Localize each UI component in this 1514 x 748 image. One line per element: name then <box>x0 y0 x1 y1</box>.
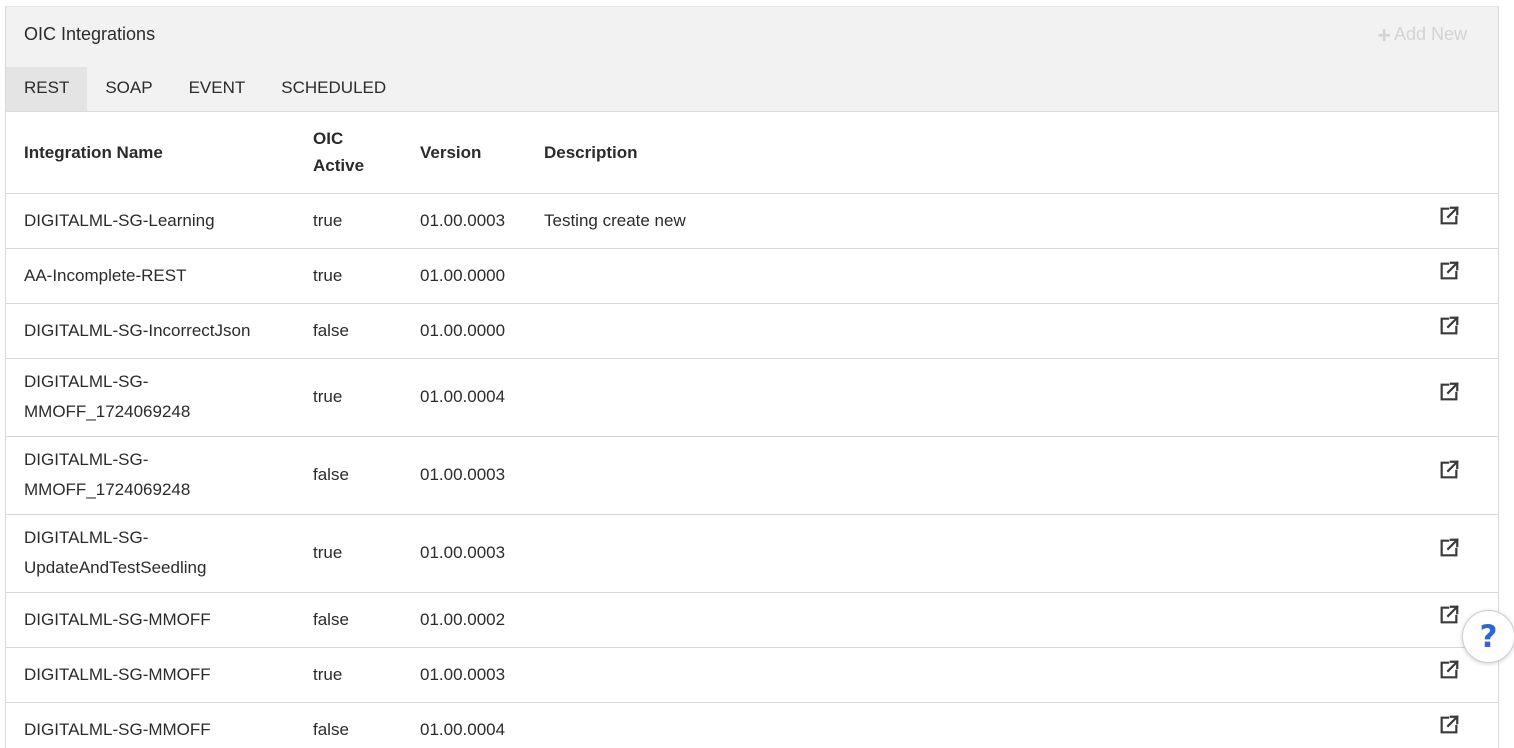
external-link-icon[interactable] <box>1438 604 1460 626</box>
oic-active-cell: true <box>313 514 420 593</box>
version-cell: 01.00.0000 <box>420 303 544 359</box>
action-cell <box>1428 514 1498 593</box>
integration-name-line1: DIGITALML-SG-Learning <box>24 210 215 230</box>
version-cell: 01.00.0003 <box>420 193 544 249</box>
integration-name-line1: DIGITALML-SG- <box>24 450 149 469</box>
table-row[interactable]: DIGITALML-SG- MMOFF_1724069248 true 01.0… <box>6 358 1498 437</box>
version-cell: 01.00.0000 <box>420 248 544 304</box>
integration-name-cell: AA-Incomplete-REST <box>6 248 313 304</box>
description-cell <box>544 702 1428 748</box>
external-link-icon[interactable] <box>1438 381 1460 403</box>
help-button[interactable]: ? <box>1462 610 1514 663</box>
oic-active-cell: true <box>313 248 420 304</box>
integration-name-cell: DIGITALML-SG-MMOFF <box>6 592 313 648</box>
external-link-icon[interactable] <box>1438 659 1460 681</box>
action-cell <box>1428 303 1498 359</box>
add-new-label: Add New <box>1393 24 1467 44</box>
integration-name-line1: AA-Incomplete-REST <box>24 265 187 285</box>
integration-name-line1: DIGITALML-SG- <box>24 528 149 547</box>
action-cell <box>1428 248 1498 304</box>
external-link-icon[interactable] <box>1438 537 1460 559</box>
action-cell <box>1428 702 1498 748</box>
action-cell <box>1428 436 1498 515</box>
integration-name-line1: DIGITALML-SG-IncorrectJson <box>24 320 251 340</box>
tab-scheduled[interactable]: SCHEDULED <box>263 67 404 111</box>
column-header-version[interactable]: Version <box>420 112 544 194</box>
integration-name-cell: DIGITALML-SG- UpdateAndTestSeedling <box>6 514 313 593</box>
table-row[interactable]: AA-Incomplete-REST true 01.00.0000 <box>6 248 1498 304</box>
description-cell <box>544 248 1428 304</box>
external-link-icon[interactable] <box>1438 315 1460 337</box>
table-row[interactable]: DIGITALML-SG-IncorrectJson false 01.00.0… <box>6 303 1498 359</box>
external-link-icon[interactable] <box>1438 459 1460 481</box>
table-header-row: Integration Name OIC Active Version Desc… <box>6 112 1498 194</box>
integration-name-cell: DIGITALML-SG-MMOFF <box>6 702 313 748</box>
integration-name-line1: DIGITALML-SG-MMOFF <box>24 719 211 739</box>
description-cell <box>544 303 1428 359</box>
panel-title: OIC Integrations <box>24 24 156 44</box>
oic-active-cell: true <box>313 358 420 437</box>
tab-rest[interactable]: REST <box>6 67 88 111</box>
integration-name-cell: DIGITALML-SG-IncorrectJson <box>6 303 313 359</box>
column-header-oic-active-line1: OIC <box>313 129 344 149</box>
table-row[interactable]: DIGITALML-SG-MMOFF false 01.00.0004 <box>6 702 1498 748</box>
oic-integrations-panel: OIC Integrations + Add New REST SOAP EVE… <box>5 6 1499 748</box>
description-cell: Testing create new <box>544 193 1428 249</box>
integration-name-line2: MMOFF_1724069248 <box>24 480 191 499</box>
integration-type-tabs: REST SOAP EVENT SCHEDULED <box>6 67 404 112</box>
oic-active-cell: false <box>313 436 420 515</box>
integration-name-cell: DIGITALML-SG-Learning <box>6 193 313 249</box>
oic-active-cell: false <box>313 702 420 748</box>
version-cell: 01.00.0004 <box>420 358 544 437</box>
column-header-description[interactable]: Description <box>544 112 1428 194</box>
external-link-icon[interactable] <box>1438 714 1460 736</box>
integration-name-cell: DIGITALML-SG- MMOFF_1724069248 <box>6 358 313 437</box>
version-cell: 01.00.0003 <box>420 436 544 515</box>
integration-name-line2: UpdateAndTestSeedling <box>24 558 207 577</box>
description-cell <box>544 436 1428 515</box>
description-cell <box>544 358 1428 437</box>
action-cell <box>1428 193 1498 249</box>
version-cell: 01.00.0002 <box>420 592 544 648</box>
description-cell <box>544 647 1428 703</box>
tab-soap[interactable]: SOAP <box>87 67 170 111</box>
tab-event[interactable]: EVENT <box>171 67 264 111</box>
version-cell: 01.00.0003 <box>420 647 544 703</box>
column-header-oic-active[interactable]: OIC Active <box>313 112 420 194</box>
description-cell <box>544 514 1428 593</box>
column-header-actions <box>1428 112 1498 194</box>
action-cell <box>1428 358 1498 437</box>
table-row[interactable]: DIGITALML-SG-Learning true 01.00.0003 Te… <box>6 193 1498 249</box>
version-cell: 01.00.0003 <box>420 514 544 593</box>
table-row[interactable]: DIGITALML-SG- UpdateAndTestSeedling true… <box>6 514 1498 593</box>
table-row[interactable]: DIGITALML-SG-MMOFF true 01.00.0003 <box>6 647 1498 703</box>
description-cell <box>544 592 1428 648</box>
oic-active-cell: true <box>313 193 420 249</box>
integration-name-line1: DIGITALML-SG-MMOFF <box>24 664 211 684</box>
oic-active-cell: false <box>313 303 420 359</box>
oic-active-cell: true <box>313 647 420 703</box>
column-header-oic-active-line2: Active <box>313 156 365 176</box>
external-link-icon[interactable] <box>1438 205 1460 227</box>
panel-header: OIC Integrations + Add New REST SOAP EVE… <box>6 7 1498 112</box>
table-row[interactable]: DIGITALML-SG-MMOFF false 01.00.0002 <box>6 592 1498 648</box>
version-cell: 01.00.0004 <box>420 702 544 748</box>
add-new-button[interactable]: + Add New <box>1377 21 1467 48</box>
integration-name-line1: DIGITALML-SG-MMOFF <box>24 609 211 629</box>
integration-name-line1: DIGITALML-SG- <box>24 372 149 391</box>
integration-name-line2: MMOFF_1724069248 <box>24 402 191 421</box>
help-icon: ? <box>1479 618 1498 655</box>
plus-icon: + <box>1377 21 1391 48</box>
integration-name-cell: DIGITALML-SG-MMOFF <box>6 647 313 703</box>
oic-active-cell: false <box>313 592 420 648</box>
column-header-integration-name[interactable]: Integration Name <box>6 112 313 194</box>
external-link-icon[interactable] <box>1438 260 1460 282</box>
integrations-table: Integration Name OIC Active Version Desc… <box>6 112 1498 748</box>
integration-name-cell: DIGITALML-SG- MMOFF_1724069248 <box>6 436 313 515</box>
table-row[interactable]: DIGITALML-SG- MMOFF_1724069248 false 01.… <box>6 436 1498 515</box>
